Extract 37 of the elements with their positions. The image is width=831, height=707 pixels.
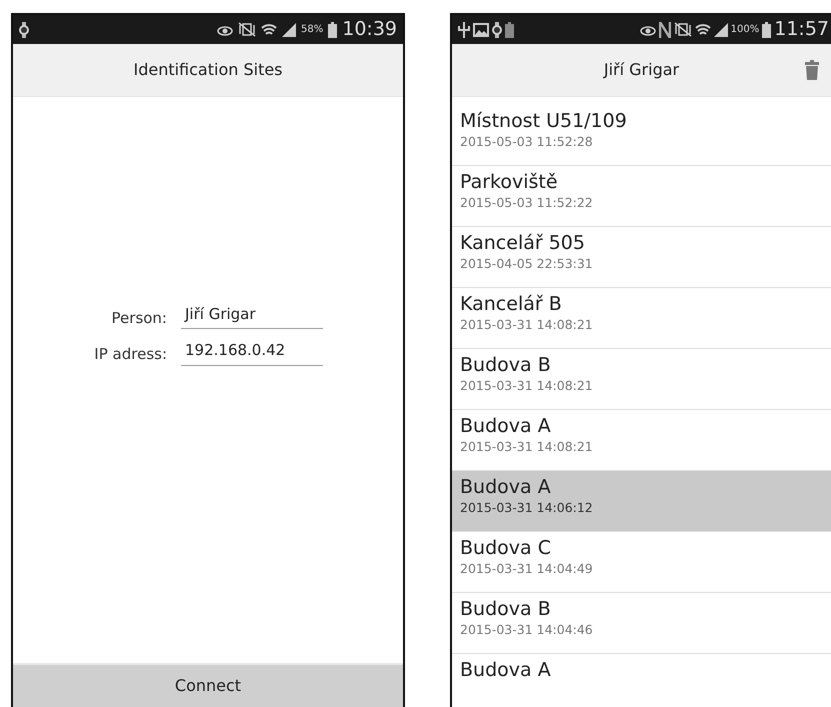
battery-percentage: 100% (730, 23, 760, 37)
connect-button[interactable]: Connect (13, 663, 403, 707)
wifi-icon (261, 22, 277, 38)
screen-title: Jiří Grigar (604, 59, 680, 81)
battery-icon (762, 22, 772, 38)
screen-title: Identification Sites (13, 44, 403, 97)
vibrate-icon (674, 22, 692, 37)
vibrate-icon (238, 22, 256, 37)
eye-icon (640, 24, 656, 36)
eye-icon (217, 24, 233, 36)
input-field[interactable]: Jiří Grigar (181, 304, 323, 329)
field-label: IP adress: (93, 344, 168, 365)
list-item[interactable]: Kancelář B 2015-03-31 14:08:21 (452, 288, 831, 349)
battery-icon (505, 22, 514, 38)
wifi-icon (694, 22, 711, 38)
list-item[interactable]: Kancelář 505 2015-04-05 22:53:31 (452, 227, 831, 288)
image-icon (473, 22, 489, 36)
list-item[interactable]: Budova A (452, 654, 831, 707)
watch-icon (492, 22, 502, 38)
list-item[interactable]: Místnost U51/109 2015-05-03 11:52:28 (452, 105, 831, 166)
list-item[interactable]: Budova A 2015-03-31 14:06:12 (452, 471, 831, 532)
input-field[interactable]: 192.168.0.42 (181, 341, 323, 366)
list-item[interactable]: Parkoviště 2015-05-03 11:52:22 (452, 166, 831, 227)
signal-icon (282, 22, 296, 36)
usb-icon (458, 22, 470, 38)
list-item[interactable]: Budova B 2015-03-31 14:04:46 (452, 593, 831, 654)
field-label: Person: (110, 308, 168, 328)
signal-icon (714, 22, 728, 36)
watch-icon (19, 22, 29, 38)
clock-time: 11:57 (774, 20, 829, 39)
list-item[interactable]: Budova B 2015-03-31 14:08:21 (452, 349, 831, 410)
list-item[interactable]: Budova C 2015-03-31 14:04:49 (452, 532, 831, 593)
trash-icon[interactable] (805, 60, 819, 80)
battery-percentage: 58% (301, 23, 324, 37)
clock-time: 10:39 (342, 20, 397, 39)
nfc-icon (658, 22, 671, 38)
battery-icon (328, 22, 338, 38)
